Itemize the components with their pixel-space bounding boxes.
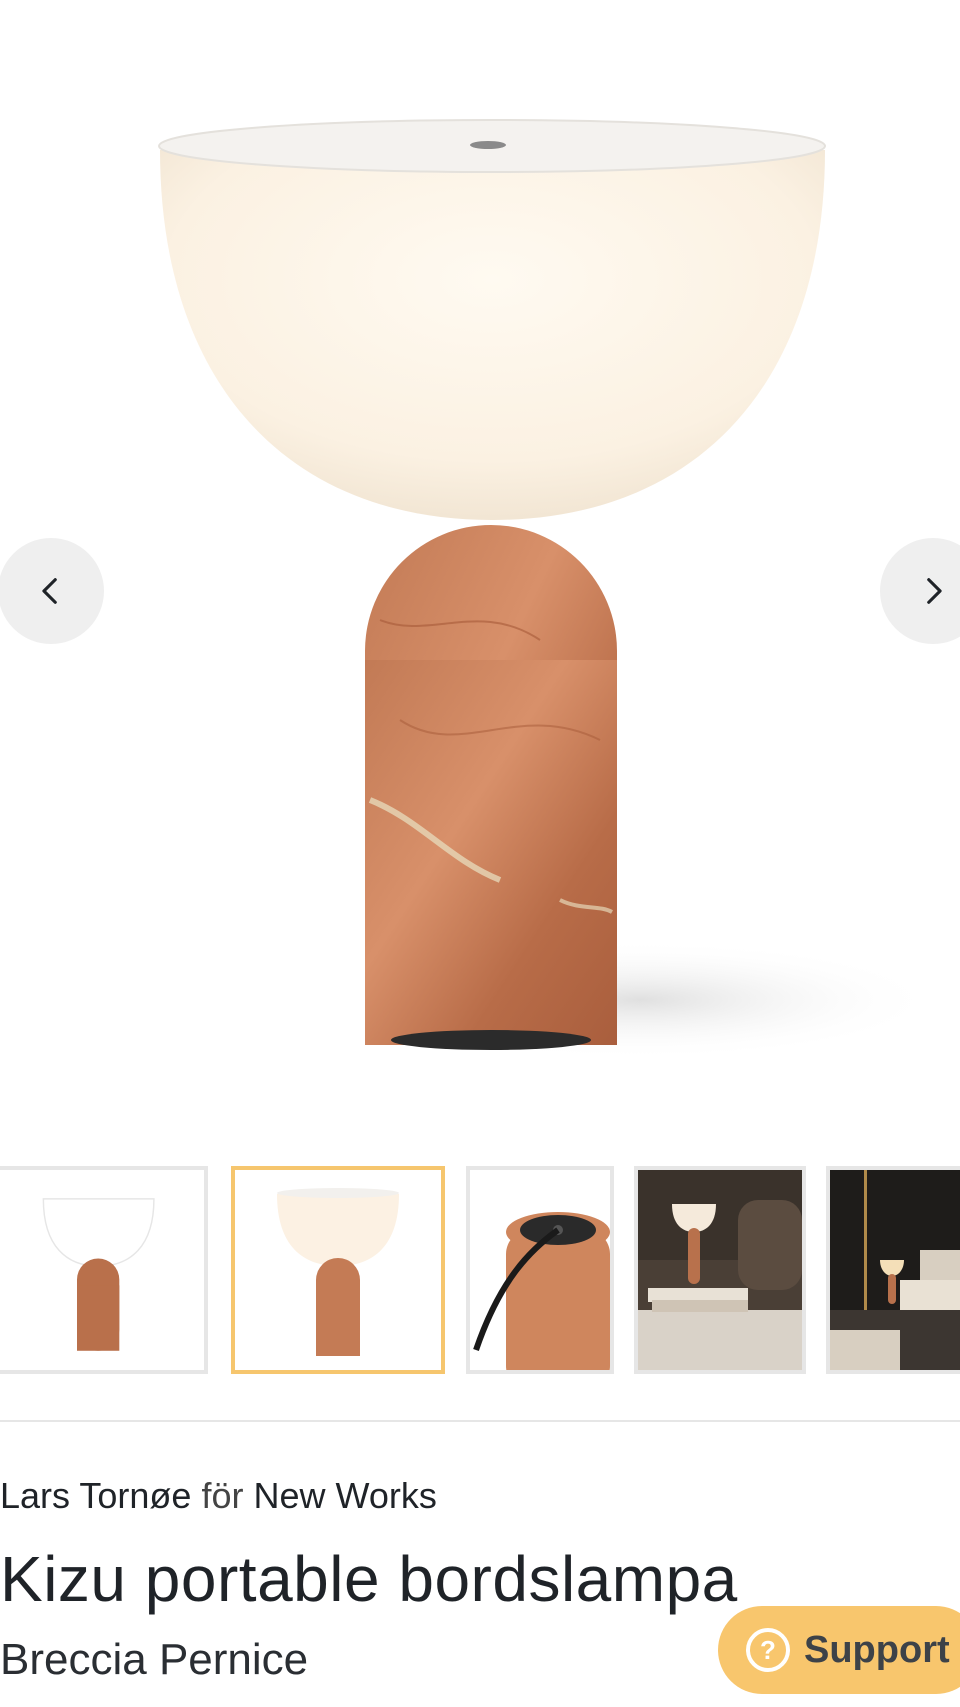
designer-line: Lars Tornøe för New Works: [0, 1474, 437, 1518]
brand-name[interactable]: New Works: [253, 1475, 436, 1516]
designer-connector: för: [201, 1475, 244, 1516]
support-label: Support: [804, 1628, 950, 1671]
designer-name[interactable]: Lars Tornøe: [0, 1475, 191, 1516]
product-title: Kizu portable bordslampa: [0, 1543, 738, 1615]
chevron-left-icon: [42, 578, 57, 604]
section-divider: [0, 1420, 960, 1422]
chevron-right-icon: [927, 578, 942, 604]
product-variant: Breccia Pernice: [0, 1635, 309, 1684]
gallery-prev-button[interactable]: [0, 538, 104, 644]
thumbnail-lifestyle-table[interactable]: [634, 1166, 806, 1374]
thumbnail-lifestyle-stairs[interactable]: [826, 1166, 960, 1374]
thumbnail-strip: [0, 1160, 960, 1380]
product-hero-image: [0, 0, 960, 1130]
thumbnail-white-shade[interactable]: [0, 1166, 208, 1374]
lamp-illustration: [158, 119, 940, 1060]
question-circle-icon: ?: [746, 1628, 790, 1672]
support-button[interactable]: ? Support: [718, 1606, 960, 1694]
thumbnail-charging-port[interactable]: [466, 1166, 614, 1374]
thumbnail-opal-shade[interactable]: [231, 1166, 445, 1374]
